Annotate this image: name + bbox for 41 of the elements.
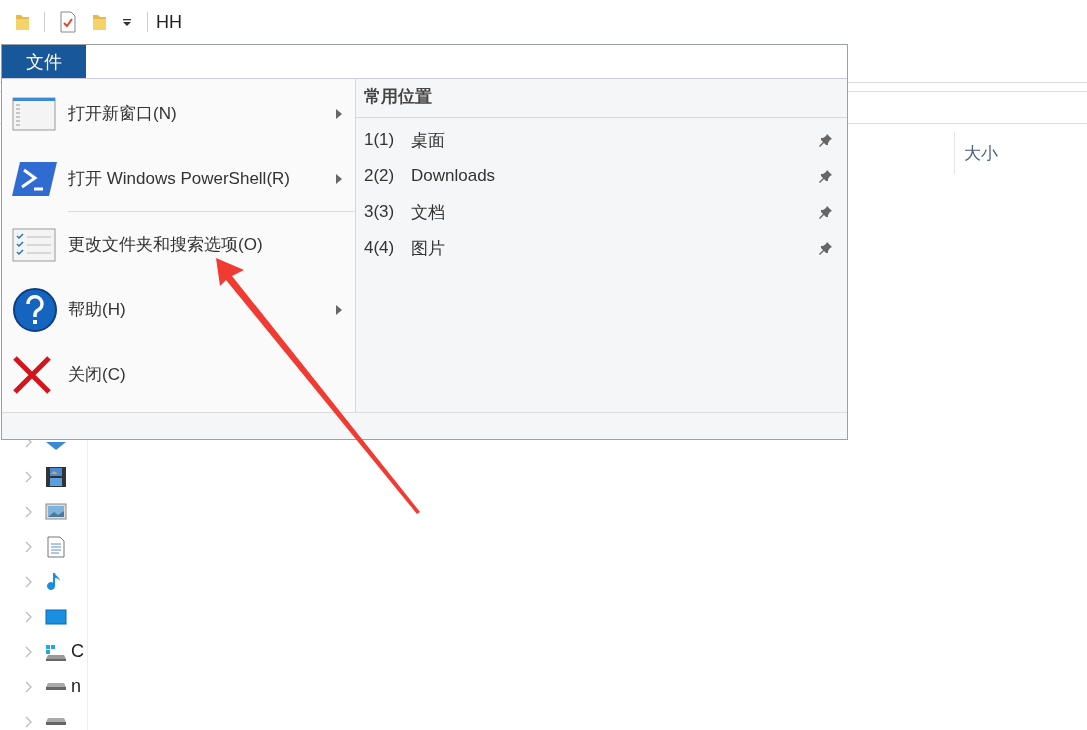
chevron-icon[interactable]	[25, 540, 33, 553]
dropdown-icon[interactable]	[121, 16, 133, 28]
drive-icon	[45, 682, 67, 691]
film-icon	[45, 465, 67, 488]
file-tab[interactable]: 文件	[2, 45, 86, 78]
drive-icon	[45, 717, 67, 726]
recent-place-item[interactable]: 1(1) 桌面	[356, 122, 847, 158]
section-heading: 常用位置	[356, 79, 847, 118]
menu-item[interactable]: 打开 Windows PowerShell(R)	[2, 146, 355, 211]
recent-place-item[interactable]: 2(2) Downloads	[356, 158, 847, 194]
chevron-icon[interactable]	[25, 470, 33, 483]
chevron-icon[interactable]	[25, 645, 33, 658]
terminal-icon	[12, 160, 58, 197]
document-icon	[45, 535, 67, 558]
pin-icon[interactable]	[819, 169, 833, 183]
menu-item[interactable]: 打开新窗口(N)	[2, 81, 355, 146]
menu-item[interactable]: 关闭(C)	[2, 342, 355, 407]
column-header[interactable]: 大小	[964, 141, 998, 165]
close-icon	[12, 354, 52, 395]
chevron-icon[interactable]	[25, 610, 33, 623]
recent-place-item[interactable]: 4(4) 图片	[356, 230, 847, 266]
folder-icon[interactable]	[14, 12, 30, 32]
checklist-icon	[12, 227, 56, 262]
chevron-icon[interactable]	[25, 575, 33, 588]
checklist-icon[interactable]	[59, 11, 77, 33]
recent-place-item[interactable]: 3(3) 文档	[356, 194, 847, 230]
picture-icon	[45, 500, 67, 523]
chevron-icon[interactable]	[25, 505, 33, 518]
menu-item[interactable]: 帮助(H)	[2, 277, 355, 342]
help-icon	[12, 286, 58, 333]
folder-icon[interactable]	[91, 12, 107, 32]
sidebar-item[interactable]: n	[71, 676, 81, 697]
pin-icon[interactable]	[819, 241, 833, 255]
window-icon	[12, 95, 56, 132]
chevron-icon[interactable]	[25, 680, 33, 693]
pin-icon[interactable]	[819, 133, 833, 147]
pin-icon[interactable]	[819, 205, 833, 219]
chevron-icon[interactable]	[25, 715, 33, 728]
sidebar-item[interactable]: C	[71, 641, 84, 662]
menu-item[interactable]: 更改文件夹和搜索选项(O)	[2, 212, 355, 277]
window-title: HH	[156, 11, 182, 33]
